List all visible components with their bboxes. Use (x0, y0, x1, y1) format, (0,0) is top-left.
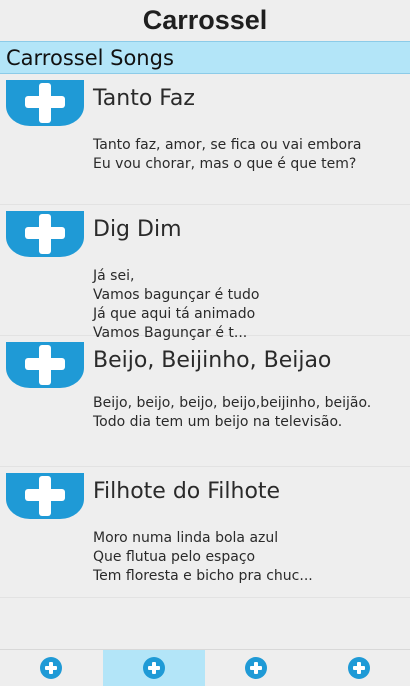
add-icon (6, 80, 84, 126)
add-icon (6, 211, 84, 257)
song-list-item[interactable]: Beijo, Beijinho, Beijao Beijo, beijo, be… (0, 336, 410, 467)
song-title: Filhote do Filhote (93, 479, 281, 504)
add-circle-icon (142, 657, 165, 679)
section-title: Carrossel Songs (6, 45, 174, 70)
add-icon (6, 342, 84, 388)
tab-1[interactable] (0, 650, 103, 686)
section-header: Carrossel Songs (0, 41, 410, 74)
add-circle-icon (347, 657, 370, 679)
song-lyrics-preview: Tanto faz, amor, se fica ou vai embora E… (93, 137, 362, 172)
tab-4[interactable] (308, 650, 410, 686)
song-lyrics-preview: Moro numa linda bola azul Que flutua pel… (93, 530, 313, 584)
bottom-tab-bar (0, 649, 410, 686)
add-circle-icon (40, 657, 63, 679)
song-list-item[interactable]: Dig Dim Já sei, Vamos bagunçar é tudo Já… (0, 205, 410, 341)
song-lyrics-preview: Beijo, beijo, beijo, beijo,beijinho, bei… (93, 395, 372, 430)
app-bar: Carrossel (0, 0, 410, 40)
song-list: Tanto Faz Tanto faz, amor, se fica ou va… (0, 74, 410, 598)
song-title: Beijo, Beijinho, Beijao (93, 348, 332, 373)
tab-3[interactable] (205, 650, 308, 686)
song-lyrics-preview: Já sei, Vamos bagunçar é tudo Já que aqu… (93, 268, 260, 341)
add-icon (6, 473, 84, 519)
song-title: Tanto Faz (93, 86, 195, 111)
add-circle-icon (245, 657, 268, 679)
song-title: Dig Dim (93, 217, 182, 242)
app-title: Carrossel (142, 4, 268, 35)
song-list-item[interactable]: Tanto Faz Tanto faz, amor, se fica ou va… (0, 74, 410, 205)
song-list-item[interactable]: Filhote do Filhote Moro numa linda bola … (0, 467, 410, 598)
tab-2[interactable] (102, 650, 205, 686)
